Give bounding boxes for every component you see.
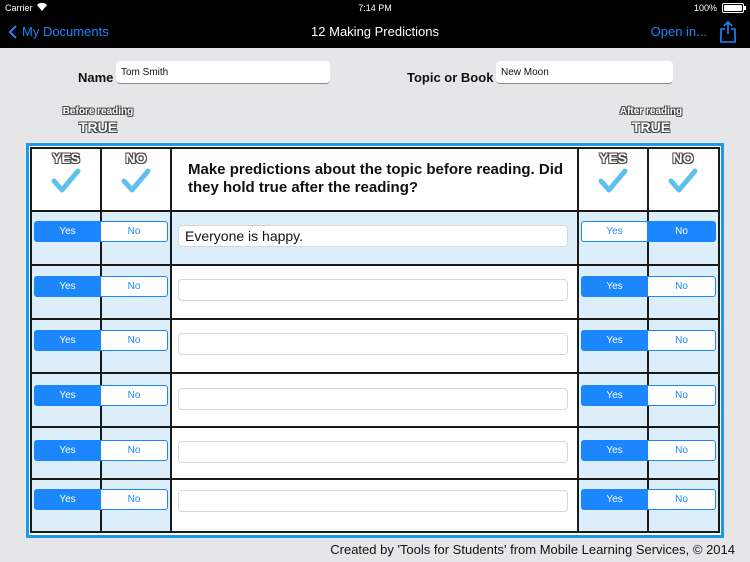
prompt-text: Make predictions about the topic before …: [188, 161, 564, 196]
battery-icon: [722, 3, 746, 13]
header-label: YES: [598, 150, 627, 166]
name-field[interactable]: Tom Smith: [116, 61, 330, 84]
grid-line: [30, 372, 720, 374]
nav-bar: My Documents 12 Making Predictions Open …: [0, 16, 750, 48]
before-no-toggle[interactable]: No: [100, 385, 168, 406]
share-icon[interactable]: [718, 20, 738, 43]
header-label: YES: [51, 150, 80, 166]
before-no-toggle[interactable]: No: [100, 276, 168, 297]
grid-line: [718, 147, 720, 533]
before-yes-toggle[interactable]: Yes: [34, 489, 101, 510]
before-yes-toggle[interactable]: Yes: [34, 276, 101, 297]
grid-line: [30, 318, 720, 320]
grid-line: [30, 210, 720, 212]
header-label: NO: [125, 150, 147, 166]
after-reading-caption: After reading: [619, 106, 683, 117]
after-no-toggle[interactable]: No: [647, 330, 716, 351]
prediction-input[interactable]: [178, 388, 568, 410]
before-reading-caption: Before reading: [62, 106, 134, 117]
checkmark-icon: [598, 168, 628, 193]
before-yes-header: YES: [32, 150, 100, 194]
after-yes-toggle[interactable]: Yes: [581, 276, 648, 297]
after-yes-toggle[interactable]: Yes: [581, 330, 648, 351]
prediction-input[interactable]: Everyone is happy.: [178, 225, 568, 247]
prediction-input[interactable]: [178, 490, 568, 512]
grid-line: [30, 264, 720, 266]
after-yes-toggle[interactable]: Yes: [581, 489, 648, 510]
after-no-toggle[interactable]: No: [647, 489, 716, 510]
topic-field[interactable]: New Moon: [496, 61, 673, 84]
prediction-input[interactable]: [178, 441, 568, 463]
checkmark-icon: [121, 168, 151, 193]
open-in-button[interactable]: Open in...: [651, 24, 707, 39]
before-no-toggle[interactable]: No: [100, 489, 168, 510]
prediction-input[interactable]: [178, 333, 568, 355]
after-yes-toggle[interactable]: Yes: [581, 385, 648, 406]
name-label: Name: [78, 70, 114, 85]
before-no-toggle[interactable]: No: [100, 440, 168, 461]
grid-line: [577, 147, 579, 533]
after-yes-toggle[interactable]: Yes: [581, 221, 648, 242]
before-yes-toggle[interactable]: Yes: [34, 221, 101, 242]
status-bar: Carrier 7:14 PM 100%: [0, 0, 750, 16]
after-no-toggle[interactable]: No: [647, 221, 716, 242]
before-no-toggle[interactable]: No: [100, 330, 168, 351]
after-yes-header: YES: [579, 150, 647, 194]
after-reading-value: TRUE: [631, 119, 671, 135]
after-reading-summary: After reading TRUE: [601, 106, 701, 135]
before-yes-toggle[interactable]: Yes: [34, 330, 101, 351]
topic-label: Topic or Book: [407, 70, 494, 85]
checkmark-icon: [668, 168, 698, 193]
clock: 7:14 PM: [358, 3, 392, 13]
after-yes-toggle[interactable]: Yes: [581, 440, 648, 461]
credit-line: Created by 'Tools for Students' from Mob…: [330, 542, 735, 557]
grid-line: [30, 531, 720, 533]
before-yes-toggle[interactable]: Yes: [34, 440, 101, 461]
header-label: NO: [672, 150, 694, 166]
after-no-header: NO: [649, 150, 717, 194]
after-no-toggle[interactable]: No: [647, 385, 716, 406]
after-no-toggle[interactable]: No: [647, 440, 716, 461]
before-reading-summary: Before reading TRUE: [48, 106, 148, 135]
prediction-input[interactable]: [178, 279, 568, 301]
before-yes-toggle[interactable]: Yes: [34, 385, 101, 406]
grid-line: [30, 426, 720, 428]
grid-line: [30, 478, 720, 480]
grid-line: [170, 147, 172, 533]
grid-line: [30, 147, 32, 533]
before-reading-value: TRUE: [78, 119, 118, 135]
grid-line: [30, 147, 720, 149]
before-no-header: NO: [102, 150, 170, 194]
after-no-toggle[interactable]: No: [647, 276, 716, 297]
checkmark-icon: [51, 168, 81, 193]
before-no-toggle[interactable]: No: [100, 221, 168, 242]
battery-percent: 100%: [693, 3, 717, 13]
document-title: 12 Making Predictions: [311, 24, 439, 39]
